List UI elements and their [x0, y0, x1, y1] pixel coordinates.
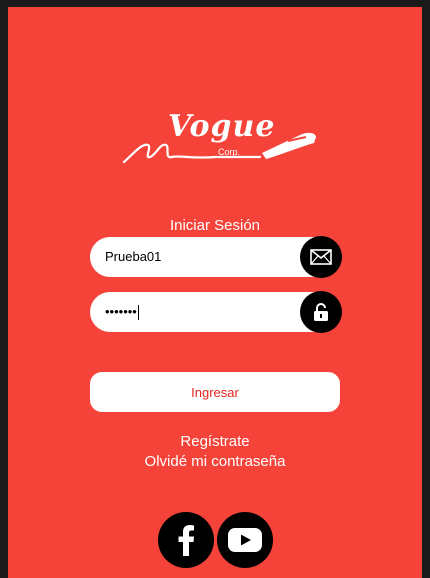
lock-icon [300, 291, 342, 333]
password-value[interactable]: ••••••• [105, 304, 139, 321]
register-link[interactable]: Regístrate [8, 433, 422, 450]
youtube-icon[interactable] [217, 512, 273, 568]
text-cursor [137, 305, 139, 321]
page-title: Iniciar Sesión [169, 217, 261, 234]
login-button[interactable]: Ingresar [90, 372, 340, 412]
forgot-password-link[interactable]: Olvidé mi contraseña [8, 453, 422, 470]
username-field[interactable]: Prueba01 [90, 236, 342, 278]
mail-icon [300, 236, 342, 278]
brand-logo: Vogue Corp. [120, 107, 320, 173]
facebook-icon[interactable] [158, 512, 214, 568]
login-screen: Vogue Corp. Iniciar Sesión Prueba01 ••••… [8, 7, 422, 578]
logo-subtitle: Corp. [218, 147, 241, 157]
password-field[interactable]: ••••••• [90, 291, 342, 333]
username-value[interactable]: Prueba01 [105, 249, 161, 264]
logo-wordmark: Vogue [168, 109, 276, 144]
